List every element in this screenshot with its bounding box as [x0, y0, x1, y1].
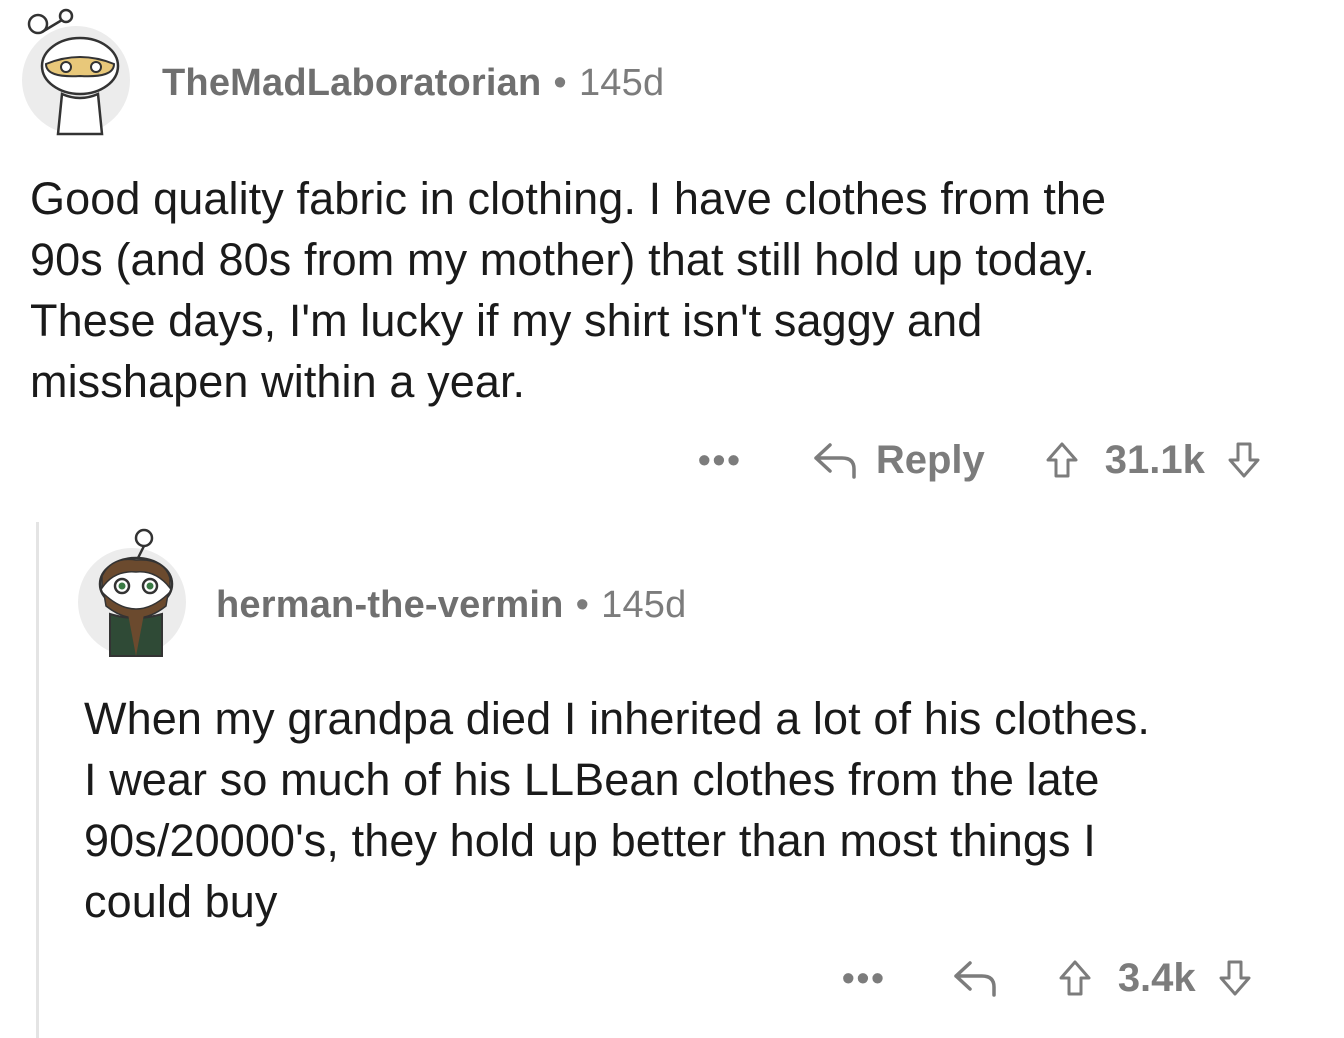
username[interactable]: TheMadLaboratorian	[162, 62, 541, 104]
comment-actions: ••• 3.4k	[842, 948, 1252, 1008]
more-options-button[interactable]: •••	[698, 439, 742, 481]
avatar[interactable]	[22, 8, 130, 136]
vote-score: 31.1k	[1104, 437, 1205, 482]
avatar[interactable]	[78, 528, 186, 657]
comment-body: When my grandpa died I inherited a lot o…	[84, 688, 1334, 932]
more-options-button[interactable]: •••	[842, 957, 886, 999]
comment-meta: TheMadLaboratorian • 145d	[162, 62, 664, 105]
separator-dot: •	[575, 584, 590, 626]
comment-actions: ••• Reply 31.1k	[698, 430, 1261, 490]
reply-button[interactable]: Reply	[812, 438, 985, 483]
comment-age: 145d	[601, 584, 687, 626]
vote-score: 3.4k	[1117, 955, 1196, 1000]
comment-line: I wear so much of his LLBean clothes fro…	[84, 754, 1100, 805]
upvote-icon[interactable]	[1058, 959, 1092, 997]
comment-line: When my grandpa died I inherited a lot o…	[84, 693, 1150, 744]
reply-label: Reply	[875, 437, 985, 482]
snoo-avatar-icon	[27, 8, 120, 136]
thread-line[interactable]	[36, 522, 39, 1038]
comment-line: 90s (and 80s from my mother) that still …	[30, 234, 1096, 285]
comment-meta: herman-the-vermin • 145d	[216, 584, 686, 627]
comment-line: These days, I'm lucky if my shirt isn't …	[30, 295, 983, 346]
username[interactable]: herman-the-vermin	[216, 584, 564, 626]
comment-line: could buy	[84, 876, 278, 927]
comment-body: Good quality fabric in clothing. I have …	[30, 168, 1330, 412]
comment-line: 90s/20000's, they hold up better than mo…	[84, 815, 1096, 866]
reply-arrow-icon[interactable]	[952, 957, 998, 999]
comment-age: 145d	[578, 62, 665, 104]
downvote-icon[interactable]	[1218, 959, 1252, 997]
reply-arrow-icon	[814, 443, 856, 479]
upvote-icon[interactable]	[1045, 441, 1079, 479]
separator-dot: •	[553, 62, 567, 104]
snoo-avatar-icon	[98, 528, 174, 657]
comment-line: Good quality fabric in clothing. I have …	[30, 173, 1107, 224]
downvote-icon[interactable]	[1227, 441, 1261, 479]
comment-line: misshapen within a year.	[30, 356, 526, 407]
